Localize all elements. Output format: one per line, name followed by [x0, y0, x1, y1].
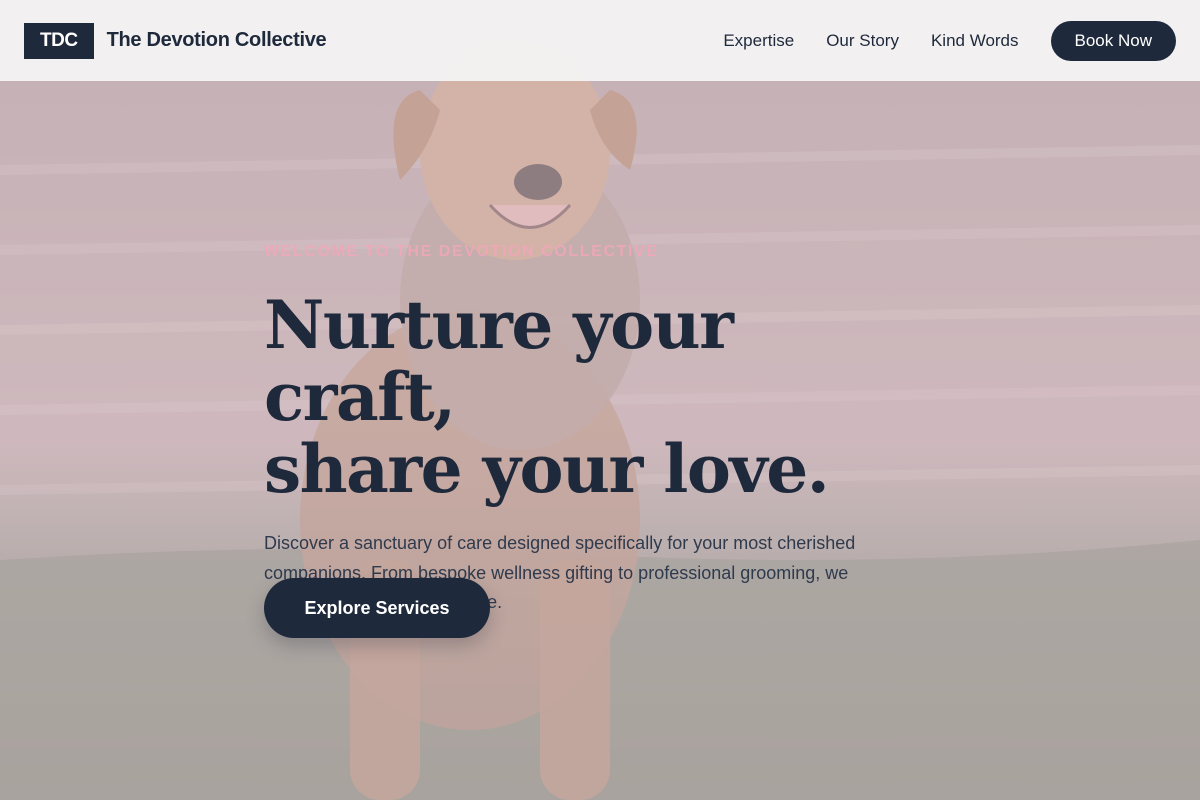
- hero-eyebrow: Welcome to The Devotion Collective: [264, 243, 659, 260]
- brand-name[interactable]: The Devotion Collective: [107, 29, 327, 52]
- explore-services-button[interactable]: Explore Services: [264, 578, 490, 638]
- brand[interactable]: TDC The Devotion Collective: [24, 22, 327, 59]
- main-nav: Expertise Our Story Kind Words Book Now: [723, 20, 1176, 61]
- hero-content: Welcome to The Devotion Collective Nurtu…: [264, 243, 944, 618]
- headline-line-1: Nurture your craft,: [264, 286, 734, 436]
- book-now-button[interactable]: Book Now: [1050, 20, 1176, 61]
- nav-link-our-story[interactable]: Our Story: [826, 31, 899, 51]
- nav-link-expertise[interactable]: Expertise: [723, 31, 794, 51]
- site-header: TDC The Devotion Collective Expertise Ou…: [0, 0, 1200, 81]
- headline-line-2: share your love.: [264, 430, 830, 508]
- hero-headline: Nurture your craft, share your love.: [264, 289, 944, 505]
- logo[interactable]: TDC: [24, 22, 94, 59]
- nav-link-kind-words[interactable]: Kind Words: [931, 31, 1019, 51]
